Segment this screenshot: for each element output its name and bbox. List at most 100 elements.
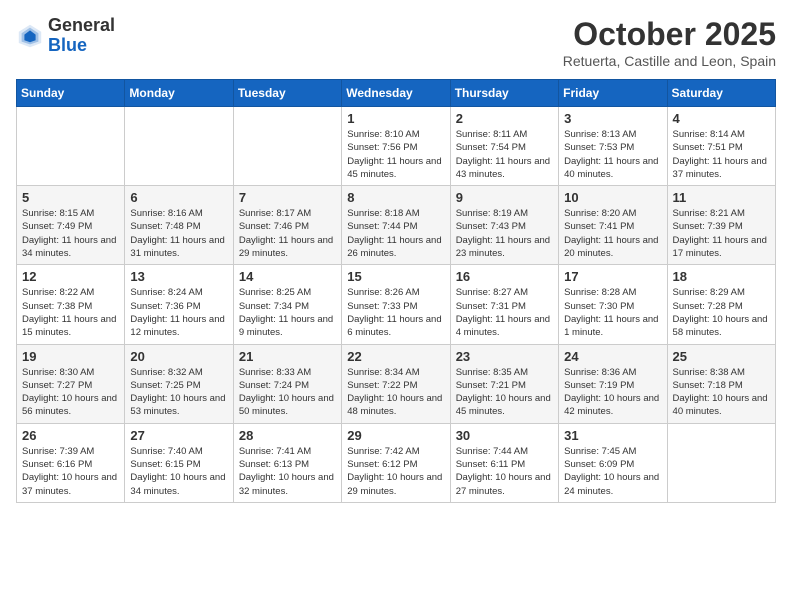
day-info: Sunrise: 8:19 AM Sunset: 7:43 PM Dayligh…: [456, 207, 553, 260]
day-number: 25: [673, 349, 770, 364]
calendar-cell: 9 Sunrise: 8:19 AM Sunset: 7:43 PM Daylig…: [450, 186, 558, 265]
day-info: Sunrise: 8:14 AM Sunset: 7:51 PM Dayligh…: [673, 128, 770, 181]
calendar-cell: 12 Sunrise: 8:22 AM Sunset: 7:38 PM Dayli…: [17, 265, 125, 344]
calendar-cell: 25Sunrise: 8:38 AM Sunset: 7:18 PM Dayli…: [667, 344, 775, 423]
weekday-header-friday: Friday: [559, 80, 667, 107]
calendar-cell: 6 Sunrise: 8:16 AM Sunset: 7:48 PM Daylig…: [125, 186, 233, 265]
calendar-cell: [233, 107, 341, 186]
day-number: 18: [673, 269, 770, 284]
calendar-cell: 7 Sunrise: 8:17 AM Sunset: 7:46 PM Daylig…: [233, 186, 341, 265]
day-number: 7: [239, 190, 336, 205]
weekday-header-wednesday: Wednesday: [342, 80, 450, 107]
calendar-week-row: 12 Sunrise: 8:22 AM Sunset: 7:38 PM Dayli…: [17, 265, 776, 344]
calendar-cell: 31 Sunrise: 7:45 AM Sunset: 6:09 PM Dayli…: [559, 423, 667, 502]
day-number: 22: [347, 349, 444, 364]
day-info: Sunrise: 8:32 AM Sunset: 7:25 PM Dayligh…: [130, 366, 227, 419]
day-info: Sunrise: 8:20 AM Sunset: 7:41 PM Dayligh…: [564, 207, 661, 260]
day-number: 5: [22, 190, 119, 205]
logo-icon: [16, 22, 44, 50]
day-info: Sunrise: 8:36 AM Sunset: 7:19 PM Dayligh…: [564, 366, 661, 419]
day-info: Sunrise: 7:44 AM Sunset: 6:11 PM Dayligh…: [456, 445, 553, 498]
calendar-cell: 28 Sunrise: 7:41 AM Sunset: 6:13 PM Dayli…: [233, 423, 341, 502]
day-number: 2: [456, 111, 553, 126]
calendar-cell: 27 Sunrise: 7:40 AM Sunset: 6:15 PM Dayli…: [125, 423, 233, 502]
calendar-cell: [17, 107, 125, 186]
day-info: Sunrise: 8:27 AM Sunset: 7:31 PM Dayligh…: [456, 286, 553, 339]
day-number: 4: [673, 111, 770, 126]
calendar-cell: 21 Sunrise: 8:33 AM Sunset: 7:24 PM Dayli…: [233, 344, 341, 423]
title-block: October 2025 Retuerta, Castille and Leon…: [563, 16, 776, 69]
calendar-cell: 17 Sunrise: 8:28 AM Sunset: 7:30 PM Dayli…: [559, 265, 667, 344]
day-number: 15: [347, 269, 444, 284]
day-info: Sunrise: 8:22 AM Sunset: 7:38 PM Dayligh…: [22, 286, 119, 339]
calendar-cell: 18Sunrise: 8:29 AM Sunset: 7:28 PM Dayli…: [667, 265, 775, 344]
day-number: 9: [456, 190, 553, 205]
day-info: Sunrise: 7:45 AM Sunset: 6:09 PM Dayligh…: [564, 445, 661, 498]
day-info: Sunrise: 7:41 AM Sunset: 6:13 PM Dayligh…: [239, 445, 336, 498]
day-info: Sunrise: 8:28 AM Sunset: 7:30 PM Dayligh…: [564, 286, 661, 339]
calendar-cell: 14Sunrise: 8:25 AM Sunset: 7:34 PM Dayli…: [233, 265, 341, 344]
logo-text: General Blue: [48, 16, 115, 56]
day-number: 8: [347, 190, 444, 205]
day-info: Sunrise: 8:34 AM Sunset: 7:22 PM Dayligh…: [347, 366, 444, 419]
month-title: October 2025: [563, 16, 776, 53]
day-info: Sunrise: 8:13 AM Sunset: 7:53 PM Dayligh…: [564, 128, 661, 181]
day-number: 11: [673, 190, 770, 205]
calendar-cell: 13Sunrise: 8:24 AM Sunset: 7:36 PM Dayli…: [125, 265, 233, 344]
location-subtitle: Retuerta, Castille and Leon, Spain: [563, 53, 776, 69]
calendar-week-row: 1Sunrise: 8:10 AM Sunset: 7:56 PM Daylig…: [17, 107, 776, 186]
day-number: 12: [22, 269, 119, 284]
day-info: Sunrise: 8:15 AM Sunset: 7:49 PM Dayligh…: [22, 207, 119, 260]
calendar-cell: 15 Sunrise: 8:26 AM Sunset: 7:33 PM Dayli…: [342, 265, 450, 344]
day-info: Sunrise: 8:16 AM Sunset: 7:48 PM Dayligh…: [130, 207, 227, 260]
day-info: Sunrise: 7:40 AM Sunset: 6:15 PM Dayligh…: [130, 445, 227, 498]
calendar-cell: 29 Sunrise: 7:42 AM Sunset: 6:12 PM Dayli…: [342, 423, 450, 502]
weekday-header-monday: Monday: [125, 80, 233, 107]
day-info: Sunrise: 8:24 AM Sunset: 7:36 PM Dayligh…: [130, 286, 227, 339]
day-number: 10: [564, 190, 661, 205]
day-number: 3: [564, 111, 661, 126]
weekday-header-sunday: Sunday: [17, 80, 125, 107]
day-info: Sunrise: 8:33 AM Sunset: 7:24 PM Dayligh…: [239, 366, 336, 419]
day-info: Sunrise: 8:11 AM Sunset: 7:54 PM Dayligh…: [456, 128, 553, 181]
calendar-cell: 5 Sunrise: 8:15 AM Sunset: 7:49 PM Daylig…: [17, 186, 125, 265]
calendar-cell: 30 Sunrise: 7:44 AM Sunset: 6:11 PM Dayli…: [450, 423, 558, 502]
calendar-cell: 26Sunrise: 7:39 AM Sunset: 6:16 PM Dayli…: [17, 423, 125, 502]
day-number: 24: [564, 349, 661, 364]
day-number: 20: [130, 349, 227, 364]
calendar-week-row: 26Sunrise: 7:39 AM Sunset: 6:16 PM Dayli…: [17, 423, 776, 502]
calendar-cell: 24 Sunrise: 8:36 AM Sunset: 7:19 PM Dayli…: [559, 344, 667, 423]
calendar-cell: 11Sunrise: 8:21 AM Sunset: 7:39 PM Dayli…: [667, 186, 775, 265]
calendar-week-row: 19Sunrise: 8:30 AM Sunset: 7:27 PM Dayli…: [17, 344, 776, 423]
day-number: 29: [347, 428, 444, 443]
day-number: 23: [456, 349, 553, 364]
day-info: Sunrise: 8:35 AM Sunset: 7:21 PM Dayligh…: [456, 366, 553, 419]
calendar-table: SundayMondayTuesdayWednesdayThursdayFrid…: [16, 79, 776, 503]
calendar-cell: [125, 107, 233, 186]
day-info: Sunrise: 7:39 AM Sunset: 6:16 PM Dayligh…: [22, 445, 119, 498]
day-number: 28: [239, 428, 336, 443]
calendar-cell: 3 Sunrise: 8:13 AM Sunset: 7:53 PM Daylig…: [559, 107, 667, 186]
day-info: Sunrise: 8:17 AM Sunset: 7:46 PM Dayligh…: [239, 207, 336, 260]
day-number: 21: [239, 349, 336, 364]
calendar-cell: 1Sunrise: 8:10 AM Sunset: 7:56 PM Daylig…: [342, 107, 450, 186]
day-number: 14: [239, 269, 336, 284]
weekday-header-saturday: Saturday: [667, 80, 775, 107]
day-info: Sunrise: 8:26 AM Sunset: 7:33 PM Dayligh…: [347, 286, 444, 339]
day-number: 6: [130, 190, 227, 205]
day-number: 17: [564, 269, 661, 284]
day-number: 16: [456, 269, 553, 284]
weekday-header-thursday: Thursday: [450, 80, 558, 107]
calendar-cell: 19Sunrise: 8:30 AM Sunset: 7:27 PM Dayli…: [17, 344, 125, 423]
day-number: 31: [564, 428, 661, 443]
calendar-cell: 22 Sunrise: 8:34 AM Sunset: 7:22 PM Dayli…: [342, 344, 450, 423]
day-info: Sunrise: 7:42 AM Sunset: 6:12 PM Dayligh…: [347, 445, 444, 498]
logo: General Blue: [16, 16, 115, 56]
page-header: General Blue October 2025 Retuerta, Cast…: [16, 16, 776, 69]
day-number: 19: [22, 349, 119, 364]
day-info: Sunrise: 8:10 AM Sunset: 7:56 PM Dayligh…: [347, 128, 444, 181]
day-number: 27: [130, 428, 227, 443]
calendar-cell: 23 Sunrise: 8:35 AM Sunset: 7:21 PM Dayli…: [450, 344, 558, 423]
calendar-cell: 4 Sunrise: 8:14 AM Sunset: 7:51 PM Daylig…: [667, 107, 775, 186]
day-number: 30: [456, 428, 553, 443]
